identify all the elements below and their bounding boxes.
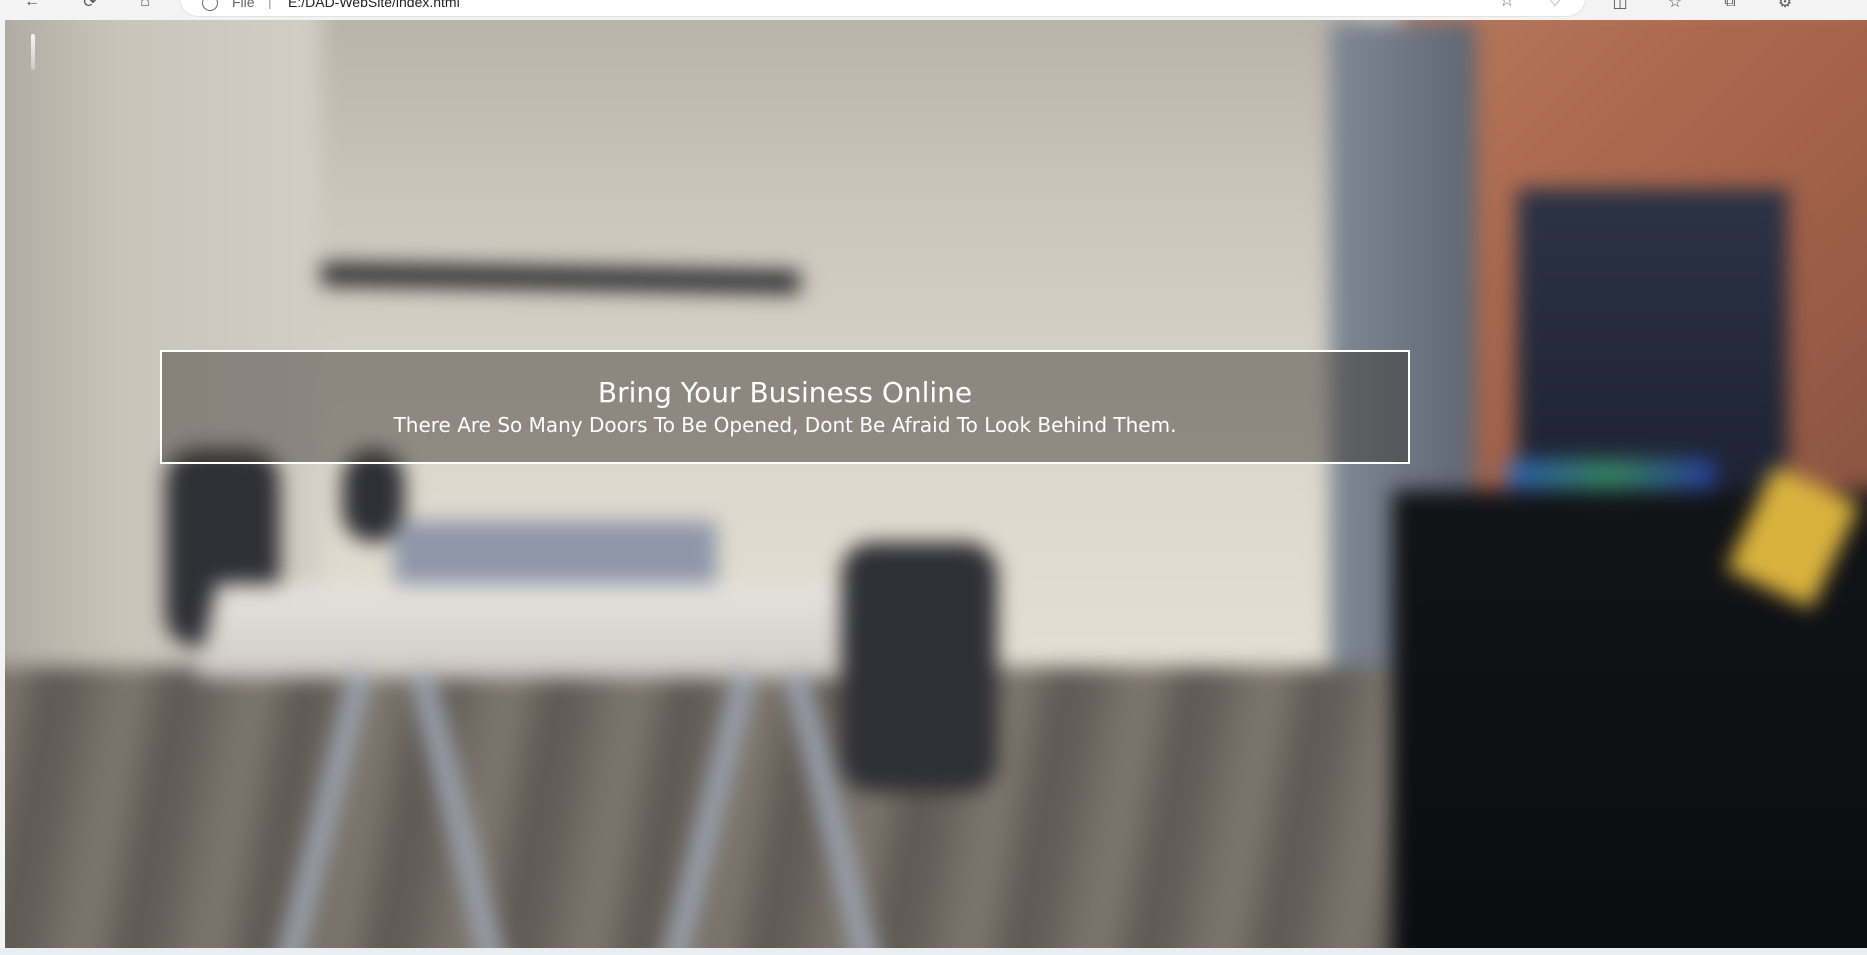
address-separator: | [268,0,272,9]
hero-subtitle: There Are So Many Doors To Be Opened, Do… [393,413,1177,437]
hero-title: Bring Your Business Online [597,376,973,409]
home-icon[interactable]: ⌂ [135,0,155,12]
back-arrow-icon[interactable]: ← [22,0,42,12]
window-bottom-edge [0,948,1867,955]
address-bar[interactable]: File | E:/DAD-WebSite/index.html ☆ ♡ [180,0,1585,16]
reload-icon[interactable]: ⟳ [80,0,100,12]
favorites-icon[interactable]: ♡ [1547,0,1563,11]
collections-icon[interactable]: ⧉ [1720,0,1740,12]
browser-toolbar: ← ⟳ ⌂ File | E:/DAD-WebSite/index.html ☆… [0,0,1867,20]
favorites-bar-icon[interactable]: ☆ [1665,0,1685,12]
info-icon[interactable] [202,0,218,11]
address-url[interactable]: E:/DAD-WebSite/index.html [288,0,460,10]
page-viewport: Bring Your Business Online There Are So … [5,20,1867,948]
menu-toggle[interactable] [31,34,35,70]
address-protocol: File [232,0,255,10]
star-icon[interactable]: ☆ [1499,0,1515,11]
hero-background-image [5,20,1867,948]
bg-chair [841,542,998,792]
hero-banner: Bring Your Business Online There Are So … [160,350,1410,464]
split-screen-icon[interactable]: ◫ [1610,0,1630,12]
bg-tv-screen [1517,188,1788,501]
extensions-icon[interactable]: ⚙ [1775,0,1795,12]
